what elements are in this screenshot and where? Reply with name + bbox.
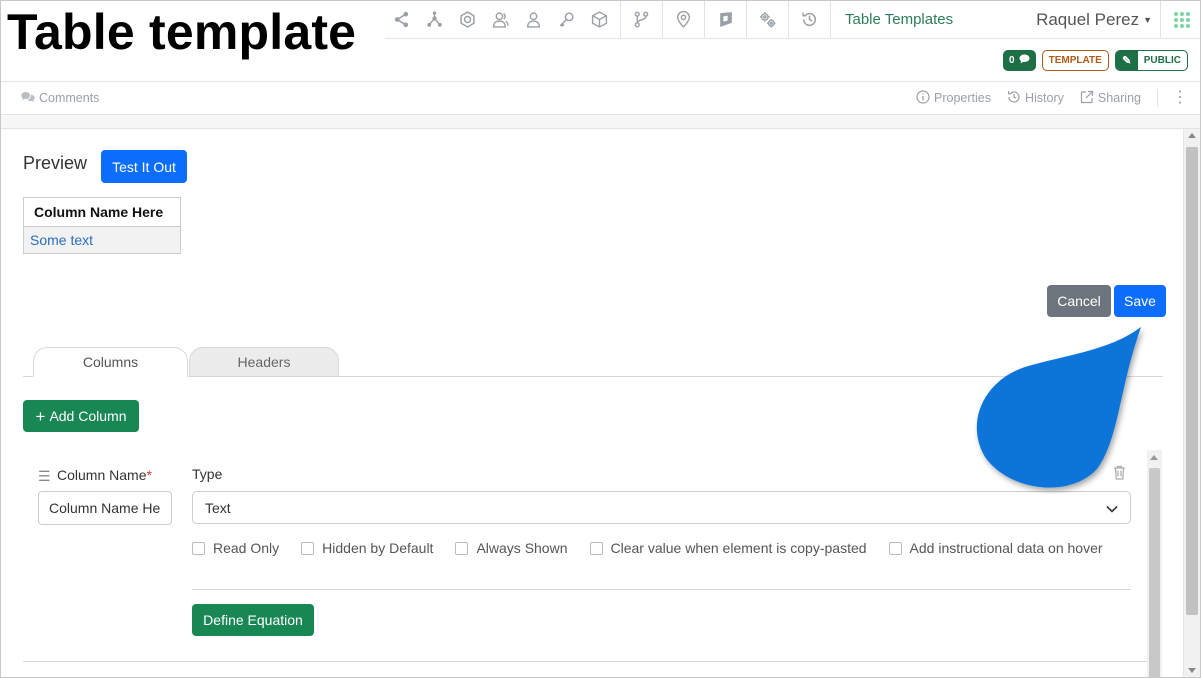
history-link[interactable]: History — [1007, 90, 1064, 107]
checkbox[interactable] — [301, 541, 315, 555]
badge-icon[interactable] — [451, 1, 484, 39]
secondary-toolbar-right: Properties History Sharing ⋮ — [916, 89, 1200, 107]
read-only-checkbox[interactable]: Read Only — [192, 540, 279, 556]
type-label: Type — [192, 466, 223, 482]
comments-icon — [21, 90, 35, 107]
column-name-label: Column Name* — [57, 467, 152, 483]
scroll-down-arrow-icon[interactable] — [1188, 668, 1196, 673]
preview-table: Column Name Here Some text — [23, 197, 181, 254]
column-options: Read Only Hidden by Default Always Shown… — [192, 540, 1103, 556]
column-editor: ☰ Column Name* Type Text Read Only Hidde… — [23, 450, 1147, 662]
secondary-toolbar: Comments Properties History Sharing ⋮ — [1, 81, 1200, 115]
pencil-icon: ✎ — [1115, 51, 1138, 70]
clear-on-copy-paste-checkbox[interactable]: Clear value when element is copy-pasted — [589, 540, 867, 556]
tab-headers[interactable]: Headers — [189, 347, 339, 377]
user-menu[interactable]: Raquel Perez ▼ — [1036, 10, 1160, 30]
user-name: Raquel Perez — [1036, 9, 1140, 29]
scroll-thumb[interactable] — [1186, 147, 1198, 615]
plus-icon: + — [35, 406, 46, 426]
caret-down-icon: ▼ — [1143, 14, 1152, 25]
location-icon[interactable] — [667, 1, 700, 39]
nav-link-table-templates[interactable]: Table Templates — [835, 11, 963, 28]
branch-icon[interactable] — [625, 1, 658, 39]
checkbox[interactable] — [455, 541, 469, 555]
inner-scrollbar[interactable] — [1147, 450, 1162, 677]
cube-icon[interactable] — [583, 1, 616, 39]
nav-separator — [788, 1, 789, 39]
divider — [192, 589, 1131, 590]
overlay-title: Table template — [7, 4, 357, 60]
more-options-icon[interactable]: ⋮ — [1157, 89, 1188, 107]
public-badge[interactable]: ✎ PUBLIC — [1114, 50, 1188, 71]
column-name-input[interactable] — [38, 491, 172, 525]
apps-grid-icon[interactable] — [1160, 1, 1200, 39]
save-button[interactable]: Save — [1114, 285, 1166, 317]
nav-separator — [662, 1, 663, 39]
history-icon — [1007, 90, 1021, 107]
chevron-down-icon — [1106, 500, 1118, 516]
checkbox[interactable] — [192, 541, 205, 555]
comments-count-badge[interactable]: 0 — [1003, 50, 1036, 71]
preview-heading: Preview — [23, 153, 88, 173]
add-column-button[interactable]: + Add Column — [23, 400, 139, 432]
shield-icon[interactable] — [709, 1, 742, 39]
comments-link[interactable]: Comments — [21, 90, 99, 107]
nav-separator — [746, 1, 747, 39]
scroll-thumb[interactable] — [1149, 468, 1160, 677]
scroll-up-arrow-icon[interactable] — [1150, 455, 1158, 460]
table-header-cell: Column Name Here — [23, 197, 181, 227]
type-select[interactable]: Text — [192, 491, 1131, 524]
gears-icon[interactable] — [751, 1, 784, 39]
checkbox[interactable] — [589, 541, 603, 555]
info-icon — [916, 89, 930, 107]
nav-separator — [704, 1, 705, 39]
define-equation-button[interactable]: Define Equation — [192, 604, 314, 636]
share-out-icon — [1080, 90, 1094, 107]
checkbox[interactable] — [888, 541, 902, 555]
table-header-row: Column Name Here — [23, 197, 181, 227]
table-cell[interactable]: Some text — [23, 226, 181, 254]
scroll-up-arrow-icon[interactable] — [1188, 133, 1196, 138]
users-icon[interactable] — [484, 1, 517, 39]
app-window: Table template Table Templates Raquel Pe… — [0, 0, 1201, 678]
key-icon[interactable] — [550, 1, 583, 39]
drag-handle-icon[interactable]: ☰ — [38, 468, 51, 485]
hidden-by-default-checkbox[interactable]: Hidden by Default — [301, 540, 433, 556]
graph-icon[interactable] — [418, 1, 451, 39]
required-mark: * — [146, 467, 152, 483]
table-row: Some text — [23, 226, 181, 254]
user-icon[interactable] — [517, 1, 550, 39]
toolbar-spacer — [1, 115, 1200, 129]
sharing-link[interactable]: Sharing — [1080, 90, 1141, 107]
instructional-hover-checkbox[interactable]: Add instructional data on hover — [888, 540, 1103, 556]
tab-columns[interactable]: Columns — [33, 347, 188, 377]
nav-separator — [830, 1, 831, 39]
history-icon[interactable] — [793, 1, 826, 39]
page-scrollbar[interactable] — [1183, 129, 1200, 677]
editor-tabs: Headers Columns — [23, 347, 1163, 377]
status-badges: 0 TEMPLATE ✎ PUBLIC — [1003, 50, 1188, 71]
always-shown-checkbox[interactable]: Always Shown — [455, 540, 568, 556]
test-it-out-button[interactable]: Test It Out — [101, 150, 187, 183]
cancel-button[interactable]: Cancel — [1047, 285, 1111, 317]
speech-bubble-icon — [1019, 54, 1030, 67]
trash-icon[interactable] — [1113, 465, 1126, 485]
share-icon[interactable] — [385, 1, 418, 39]
properties-link[interactable]: Properties — [916, 89, 991, 107]
nav-separator — [620, 1, 621, 39]
top-nav: Table Templates Raquel Perez ▼ — [385, 1, 1200, 39]
template-badge: TEMPLATE — [1041, 50, 1109, 71]
